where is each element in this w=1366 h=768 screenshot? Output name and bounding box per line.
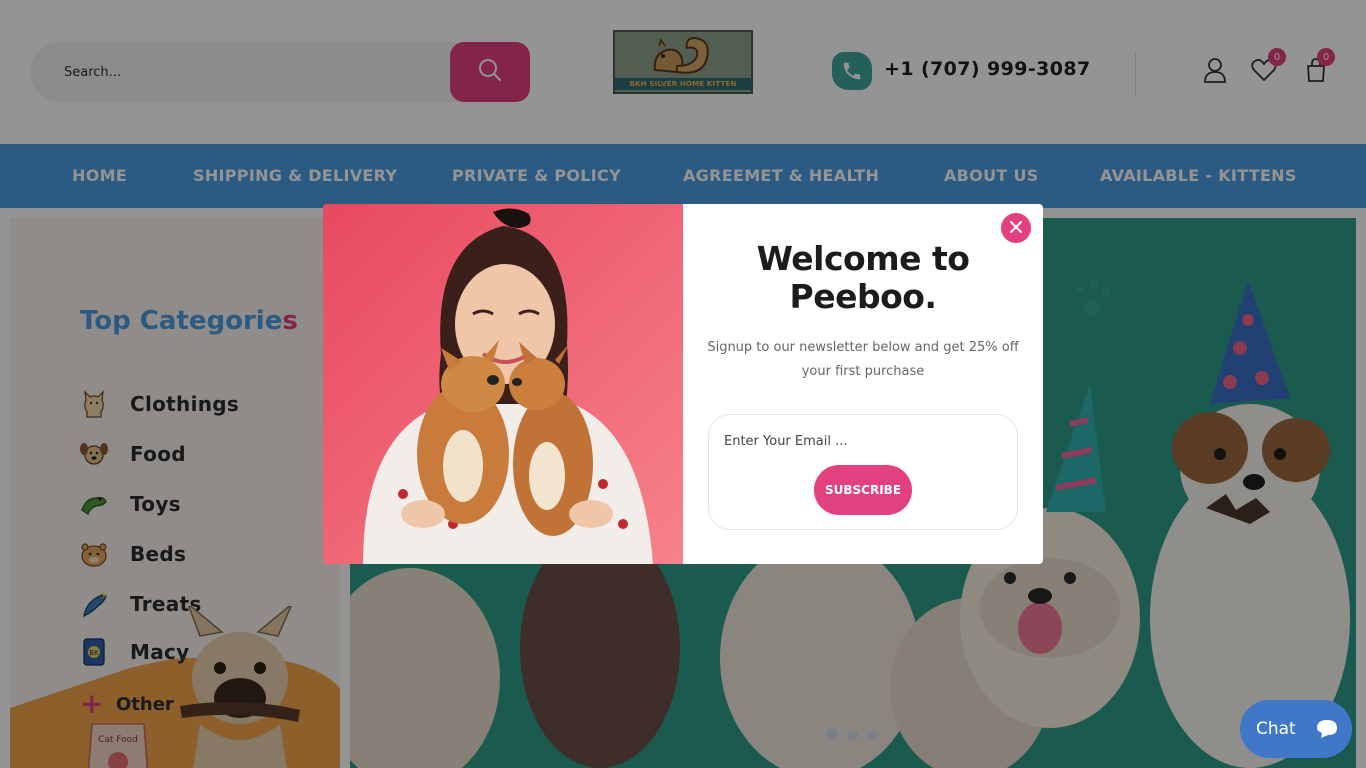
close-icon	[1009, 219, 1023, 238]
chat-label: Chat	[1256, 719, 1296, 739]
subscribe-button[interactable]: SUBSCRIBE	[814, 465, 912, 515]
newsletter-form: SUBSCRIBE	[708, 414, 1018, 530]
woman-with-puppies-image	[323, 204, 683, 564]
chat-button[interactable]: Chat	[1240, 700, 1352, 758]
modal-photo	[323, 204, 683, 564]
modal-title: Welcome to Peeboo.	[756, 239, 970, 316]
email-input[interactable]	[709, 425, 1009, 457]
newsletter-modal: Welcome to Peeboo. Signup to our newslet…	[323, 204, 1043, 564]
close-modal-button[interactable]	[1001, 213, 1031, 243]
chat-bubble-icon	[1317, 720, 1337, 738]
modal-subtitle: Signup to our newsletter below and get 2…	[707, 340, 1019, 379]
